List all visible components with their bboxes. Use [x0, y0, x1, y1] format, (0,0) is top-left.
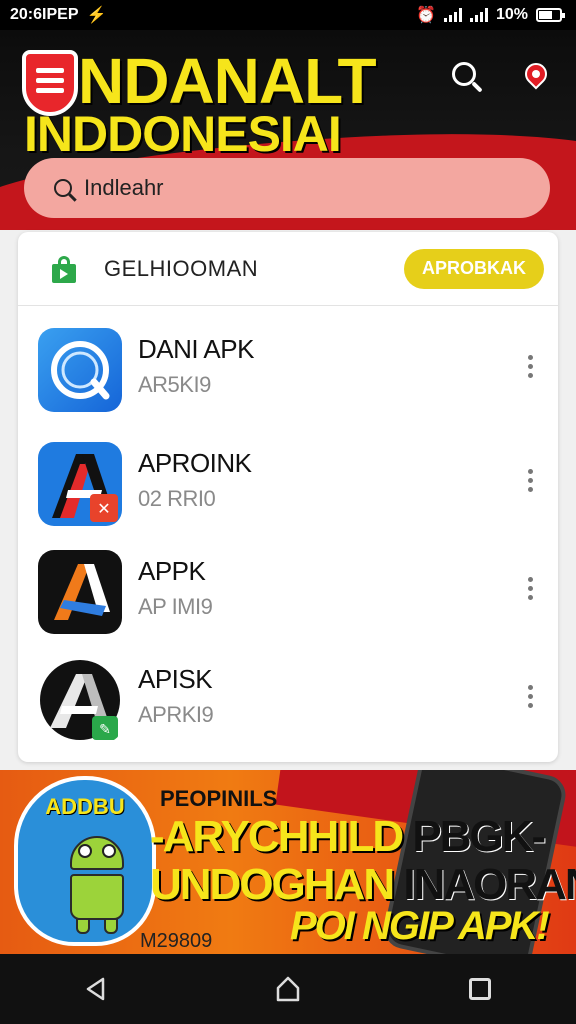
app-row[interactable]: ✕ APROINK 02 RRI0: [18, 430, 558, 530]
android-mascot-icon: [62, 836, 132, 936]
banner-line3-a: UNDOGHAN: [150, 860, 395, 909]
banner-footer: M29809: [140, 930, 213, 952]
promo-banner[interactable]: ADDBU PEOPINILS -ARYCHHILD PBGK- UNDOGHA…: [0, 770, 576, 954]
back-icon: [86, 977, 105, 1001]
search-input-value: Indleahr: [84, 175, 164, 200]
banner-line3-b: INAORAN: [403, 860, 576, 909]
status-time: 20:6IPEP: [10, 6, 79, 23]
app-name: APPK: [138, 556, 206, 586]
signal-2-icon: [469, 8, 488, 22]
usb-icon: ⚡: [86, 7, 107, 24]
home-icon: [276, 976, 300, 1002]
banner-line3: UNDOGHAN INAORAN: [150, 860, 576, 910]
promo-badge: ADDBU: [14, 776, 156, 946]
banner-line2-a: -ARYCHHILD: [150, 812, 404, 861]
app-subtitle: AR5KI9: [138, 372, 211, 397]
app-subtitle: 02 RRI0: [138, 486, 216, 511]
status-bar: 20:6IPEP ⚡ ⏰ 10%: [0, 0, 576, 30]
search-field-icon: [54, 179, 72, 197]
app-icon-black-a: [38, 550, 122, 634]
recents-button[interactable]: [450, 959, 510, 1019]
back-button[interactable]: [66, 959, 126, 1019]
page-title-line2: INDDONESIAI: [24, 106, 342, 162]
card-header: GELHIOOMAN APROBKAK: [18, 232, 558, 306]
search-input[interactable]: Indleahr: [24, 158, 550, 218]
search-icon: [452, 62, 476, 86]
recents-icon: [469, 978, 491, 1000]
more-options-icon[interactable]: [522, 346, 538, 386]
app-icon-white-a: ✎: [38, 658, 122, 742]
app-header: NDANALT INDDONESIAI Indleahr: [0, 30, 576, 230]
badge-text: ADDBU: [45, 794, 125, 819]
banner-line2: -ARYCHHILD PBGK-: [150, 812, 546, 862]
search-button[interactable]: [442, 52, 486, 96]
location-button[interactable]: [514, 52, 558, 96]
svg-text:✕: ✕: [97, 499, 110, 518]
battery-percent: 10%: [495, 6, 528, 23]
battery-icon: [536, 8, 565, 22]
banner-line2-b: PBGK-: [412, 812, 546, 861]
banner-line4: POI NGIP APK!: [290, 904, 550, 948]
card-title: GELHIOOMAN: [104, 255, 259, 281]
alarm-icon: ⏰: [416, 7, 436, 24]
play-store-bag-icon: [50, 255, 78, 283]
app-icon-red-a: ✕: [38, 442, 122, 526]
signal-icon: [443, 8, 462, 22]
home-button[interactable]: [258, 959, 318, 1019]
app-list-card: GELHIOOMAN APROBKAK DANI APK AR5KI9 ✕ AP…: [18, 232, 558, 762]
app-subtitle: APRKI9: [138, 702, 214, 727]
app-subtitle: AP IMI9: [138, 594, 213, 619]
app-row[interactable]: DANI APK AR5KI9: [18, 316, 558, 416]
location-pin-icon: [520, 58, 552, 90]
banner-line1: PEOPINILS: [160, 786, 278, 811]
more-options-icon[interactable]: [522, 460, 538, 500]
app-name: APROINK: [138, 448, 252, 478]
app-name: APISK: [138, 664, 213, 694]
navigation-bar: [0, 954, 576, 1024]
more-options-icon[interactable]: [522, 676, 538, 716]
app-name: DANI APK: [138, 334, 254, 364]
svg-text:✎: ✎: [99, 722, 111, 738]
app-row[interactable]: ✎ APISK APRKI9: [18, 646, 558, 746]
card-action-button[interactable]: APROBKAK: [404, 248, 544, 289]
more-options-icon[interactable]: [522, 568, 538, 608]
app-row[interactable]: APPK AP IMI9: [18, 538, 558, 638]
app-icon-blue-circle: [38, 328, 122, 412]
